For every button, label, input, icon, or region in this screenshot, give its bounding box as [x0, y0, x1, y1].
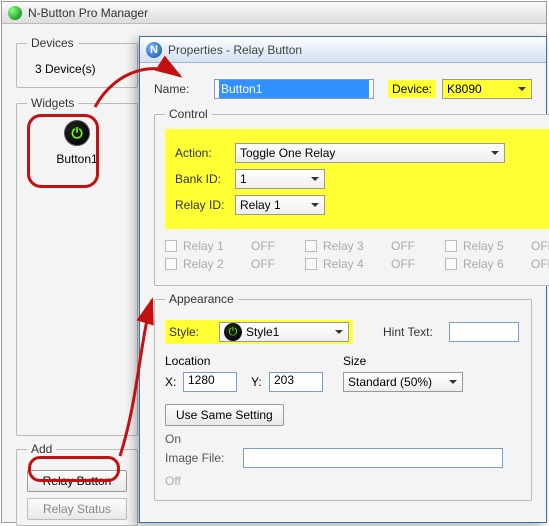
- annotation-arrows: [0, 0, 549, 525]
